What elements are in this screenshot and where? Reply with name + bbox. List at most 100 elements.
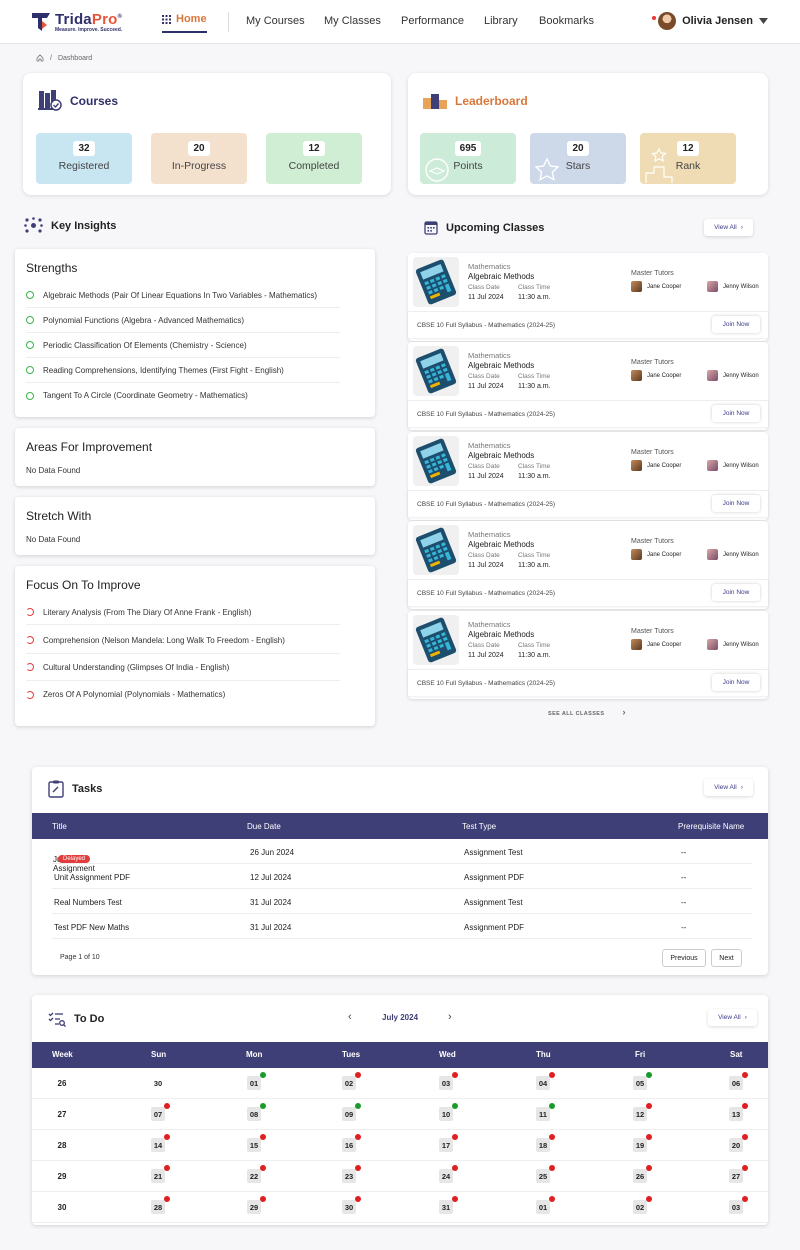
stat-in-progress[interactable]: 20 In-Progress — [151, 133, 247, 184]
stat-points[interactable]: 695 Points — [420, 133, 516, 184]
table-row[interactable]: Real Numbers Test 31 Jul 2024 Assignment… — [52, 889, 752, 914]
calendar-day[interactable]: 17 — [439, 1134, 458, 1152]
class-card[interactable]: Mathematics Algebraic Methods Class Date Cl… — [408, 253, 768, 341]
view-all-tasks-button[interactable]: View All › — [704, 779, 753, 796]
column-header: Prerequisite Name — [678, 822, 745, 831]
table-row[interactable]: Unit Assignment PDF 12 Jul 2024 Assignme… — [52, 864, 752, 889]
calendar-day[interactable]: 07 — [151, 1103, 170, 1121]
see-all-classes-link[interactable]: SEE ALL CLASSES › — [548, 707, 626, 717]
calendar-day[interactable]: 20 — [729, 1134, 748, 1152]
calendar-day[interactable]: 05 — [633, 1072, 652, 1090]
calendar-day[interactable]: 29 — [247, 1196, 266, 1214]
calendar-day[interactable]: 03 — [729, 1196, 748, 1214]
next-button[interactable]: Next — [711, 949, 742, 967]
nav-home[interactable]: Home — [162, 13, 207, 33]
class-card[interactable]: Mathematics Algebraic Methods Class Date Cl… — [408, 432, 768, 520]
calendar-day[interactable]: 04 — [536, 1072, 555, 1090]
class-card[interactable]: Mathematics Algebraic Methods Class Date Cl… — [408, 611, 768, 699]
calendar-day[interactable]: 14 — [151, 1134, 170, 1152]
status-dot — [549, 1134, 555, 1140]
view-all-todo-button[interactable]: View All › — [708, 1009, 757, 1026]
calendar-day[interactable]: 22 — [247, 1165, 266, 1183]
list-item: Reading Comprehensions, Identifying Them… — [26, 358, 340, 383]
notification-dot-icon[interactable] — [652, 16, 657, 20]
class-subject: Mathematics — [468, 351, 511, 360]
master-tutors-label: Master Tutors — [631, 449, 674, 456]
calendar-day[interactable]: 30 — [151, 1076, 165, 1090]
class-card[interactable]: Mathematics Algebraic Methods Class Date Cl… — [408, 342, 768, 430]
day-number: 25 — [538, 1171, 548, 1181]
class-card[interactable]: Mathematics Algebraic Methods Class Date Cl… — [408, 521, 768, 609]
calendar-day[interactable]: 28 — [151, 1196, 170, 1214]
calendar-day[interactable]: 01 — [536, 1196, 555, 1214]
calendar-day[interactable]: 27 — [729, 1165, 748, 1183]
nav-library[interactable]: Library — [484, 15, 518, 27]
class-time-label: Class Time — [518, 642, 551, 649]
join-now-button[interactable]: Join Now — [712, 584, 760, 601]
next-month-chevron-icon[interactable]: › — [448, 1011, 452, 1023]
stat-stars[interactable]: 20 Stars — [530, 133, 626, 184]
strengths-title: Strengths — [26, 261, 78, 275]
calendar-day[interactable]: 18 — [536, 1134, 555, 1152]
nav-my-courses[interactable]: My Courses — [246, 15, 305, 27]
stat-registered[interactable]: 32 Registered — [36, 133, 132, 184]
calendar-day[interactable]: 23 — [342, 1165, 361, 1183]
list-item: Literary Analysis (From The Diary Of Ann… — [26, 600, 340, 625]
calendar-day[interactable]: 31 — [439, 1196, 458, 1214]
nav-performance[interactable]: Performance — [401, 15, 464, 27]
join-now-button[interactable]: Join Now — [712, 405, 760, 422]
view-all-classes-button[interactable]: View All › — [704, 219, 753, 236]
class-time: 11:30 a.m. — [518, 294, 551, 301]
calendar-day[interactable]: 12 — [633, 1103, 652, 1121]
calendar-day[interactable]: 25 — [536, 1165, 555, 1183]
calendar-day[interactable]: 19 — [633, 1134, 652, 1152]
calendar-day[interactable]: 02 — [633, 1196, 652, 1214]
calendar-day[interactable]: 24 — [439, 1165, 458, 1183]
calendar-day[interactable]: 02 — [342, 1072, 361, 1090]
chevron-down-icon[interactable] — [759, 18, 768, 24]
calendar-day[interactable]: 06 — [729, 1072, 748, 1090]
join-now-button[interactable]: Join Now — [712, 674, 760, 691]
calendar-day[interactable]: 13 — [729, 1103, 748, 1121]
calendar-day[interactable]: 03 — [439, 1072, 458, 1090]
status-dot — [452, 1134, 458, 1140]
stat-label: Registered — [58, 160, 110, 172]
day-number: 14 — [153, 1140, 163, 1150]
home-icon[interactable] — [36, 54, 44, 62]
nav-my-classes[interactable]: My Classes — [324, 15, 381, 27]
focus-title: Focus On To Improve — [26, 578, 141, 592]
calendar-day[interactable]: 15 — [247, 1134, 266, 1152]
brand-reg: ® — [117, 14, 123, 20]
calendar-day[interactable]: 09 — [342, 1103, 361, 1121]
calendar-day[interactable]: 08 — [247, 1103, 266, 1121]
calendar-day[interactable]: 30 — [342, 1196, 361, 1214]
brand-logo[interactable]: TridaPro® Measure. Improve. Succeed. — [31, 11, 122, 33]
day-number: 19 — [635, 1140, 645, 1150]
stat-rank[interactable]: 12 Rank — [640, 133, 736, 184]
column-header: Test Type — [462, 822, 497, 831]
calendar-day[interactable]: 01 — [247, 1072, 266, 1090]
calendar-day[interactable]: 10 — [439, 1103, 458, 1121]
calendar-day[interactable]: 16 — [342, 1134, 361, 1152]
avatar — [658, 12, 677, 30]
nav-bookmarks[interactable]: Bookmarks — [539, 15, 594, 27]
day-number: 15 — [249, 1140, 259, 1150]
table-row[interactable]: June 21 AssignmentDelayed 26 Jun 2024 As… — [52, 839, 752, 873]
class-time-label: Class Time — [518, 284, 551, 291]
calendar-day[interactable]: 11 — [536, 1103, 555, 1121]
prev-month-chevron-icon[interactable]: ‹ — [348, 1011, 352, 1023]
join-now-button[interactable]: Join Now — [712, 316, 760, 333]
status-dot — [452, 1103, 458, 1109]
status-dot — [355, 1072, 361, 1078]
calendar-day[interactable]: 21 — [151, 1165, 170, 1183]
table-row[interactable]: Test PDF New Maths 31 Jul 2024 Assignmen… — [52, 914, 752, 939]
stat-completed[interactable]: 12 Completed — [266, 133, 362, 184]
user-menu[interactable]: Olivia Jensen — [652, 12, 768, 30]
tasks-table-header: Title Due Date Test Type Prerequisite Na… — [32, 813, 768, 839]
class-time-label: Class Time — [518, 552, 551, 559]
tutor-name: Jenny Wilson — [723, 283, 759, 290]
calendar-day[interactable]: 26 — [633, 1165, 652, 1183]
join-now-button[interactable]: Join Now — [712, 495, 760, 512]
class-footer: CBSE 10 Full Syllabus - Mathematics (202… — [408, 311, 768, 338]
previous-button[interactable]: Previous — [662, 949, 706, 967]
